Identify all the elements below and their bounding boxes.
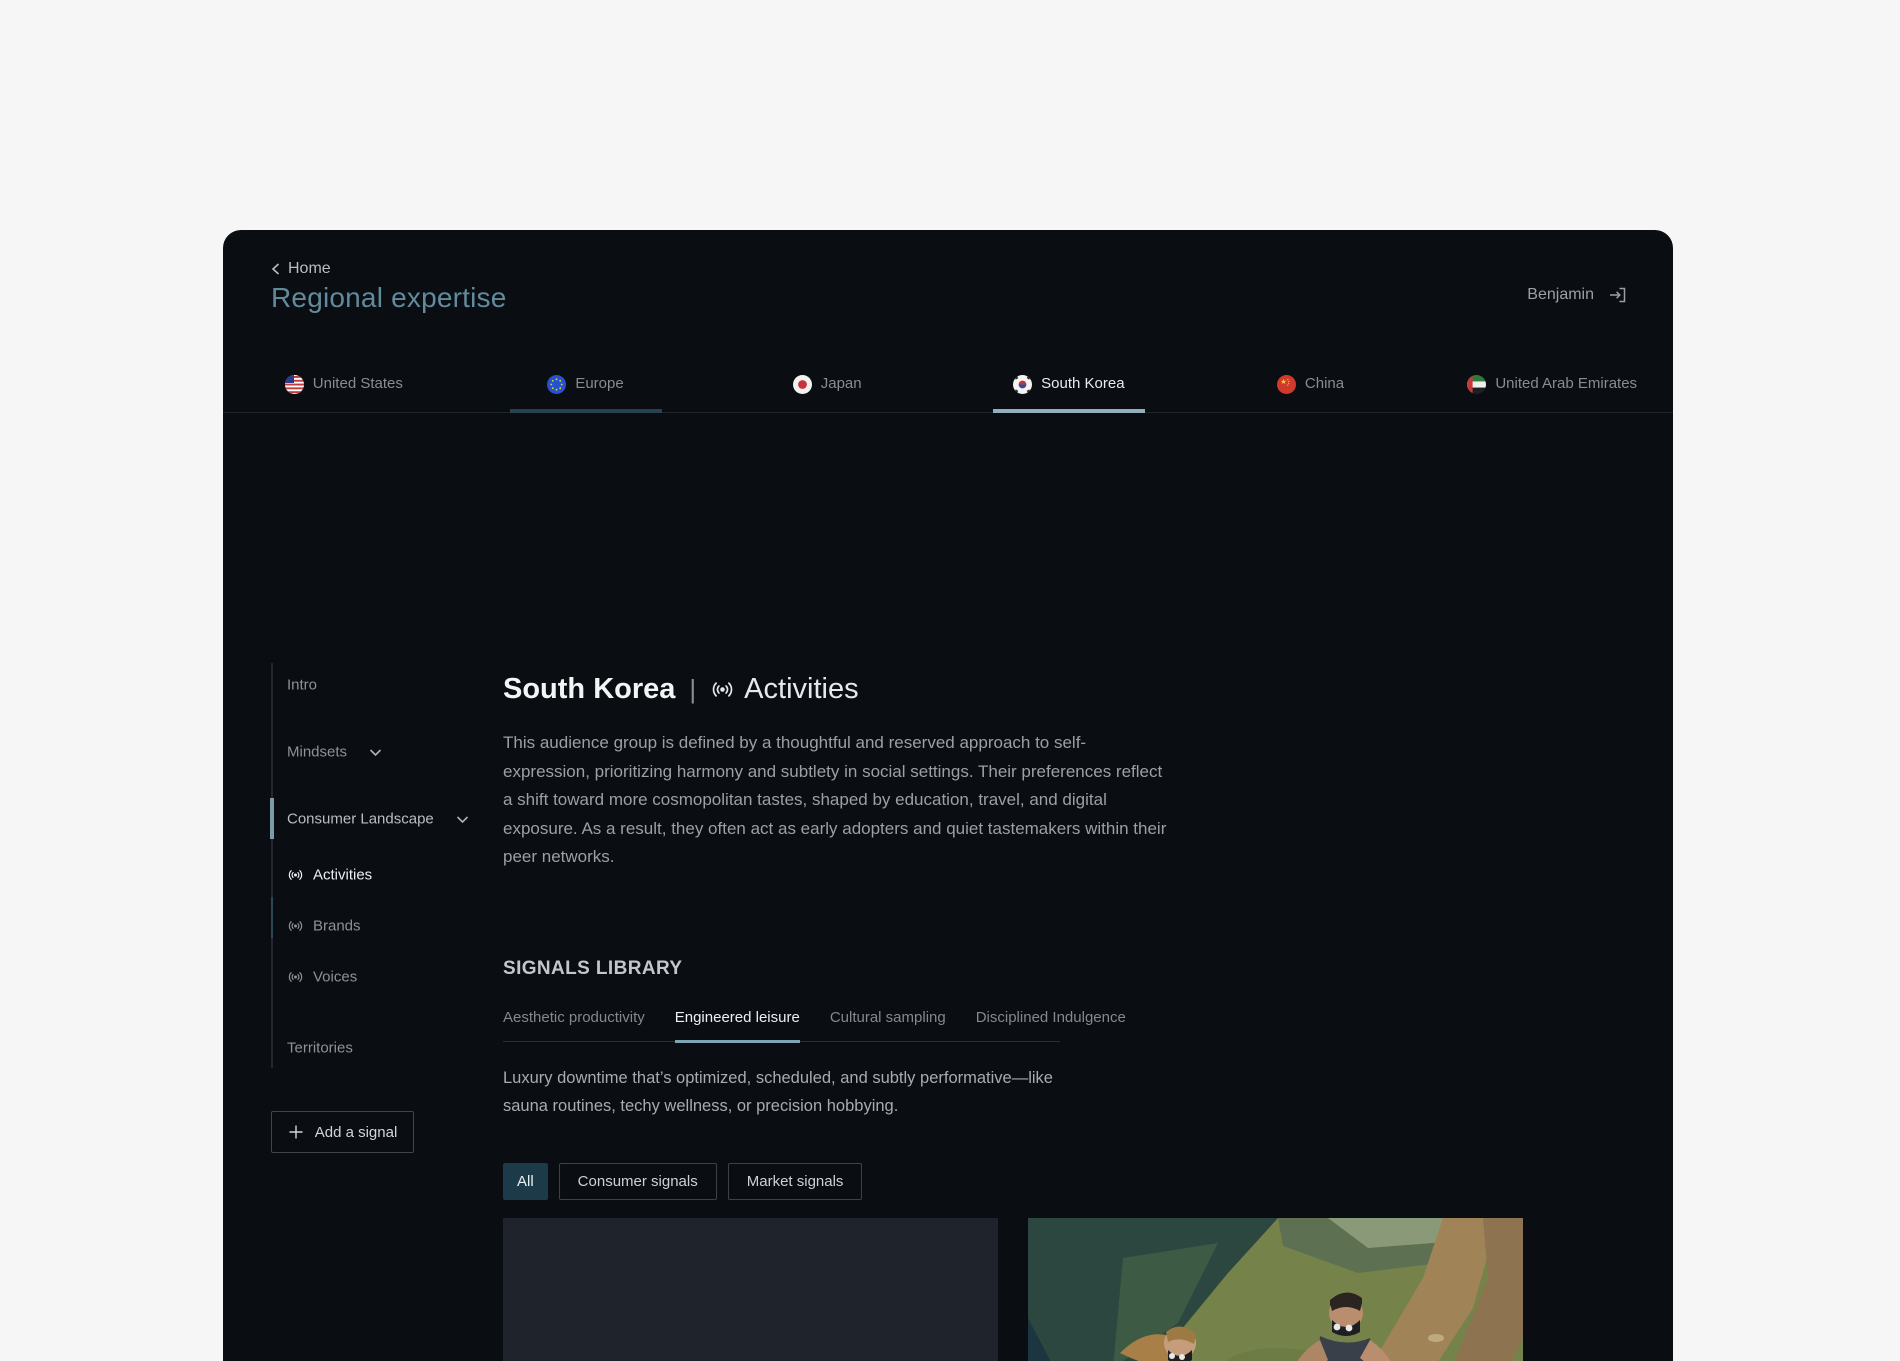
tab-indicator <box>751 409 903 413</box>
region-name: South Korea <box>503 672 676 705</box>
sidebar-item-brands[interactable]: Brands <box>271 918 361 935</box>
signal-icon <box>710 677 735 702</box>
user-name: Benjamin <box>1527 286 1594 303</box>
signals-library-title: SIGNALS LIBRARY <box>503 957 683 979</box>
tab-label: Europe <box>575 375 624 392</box>
eu-flag-icon <box>547 375 567 394</box>
sidebar-item-label: Intro <box>287 676 318 694</box>
add-signal-button[interactable]: Add a signal <box>271 1111 414 1153</box>
signal-icon <box>287 867 304 884</box>
sidebar-item-label: Activities <box>313 866 373 884</box>
filter-all-button[interactable]: All <box>503 1162 548 1200</box>
country-tab-bar: United States Europe Japan South Korea C… <box>223 358 1673 413</box>
signal-cards: Altitude Habits 04.06.2025 | Austin Torr… <box>503 1217 1625 1361</box>
add-signal-card[interactable] <box>503 1217 998 1361</box>
section-name: Activities <box>710 672 859 706</box>
tab-engineered-leisure[interactable]: Engineered leisure <box>674 1009 800 1043</box>
tab-aesthetic-productivity[interactable]: Aesthetic productivity <box>503 1009 645 1041</box>
heading-separator: | <box>689 673 697 704</box>
tab-label: South Korea <box>1041 375 1125 392</box>
signal-tab-description: Luxury downtime that’s optimized, schedu… <box>503 1068 1053 1115</box>
chevron-down-icon <box>368 747 383 757</box>
sidebar-rail <box>270 663 274 1068</box>
sidebar-item-label: Mindsets <box>287 743 348 761</box>
card-photo-runners <box>1028 1217 1523 1361</box>
sidebar-item-label: Consumer Landscape <box>287 810 434 828</box>
signal-tab-bar: Aesthetic productivity Engineered leisur… <box>503 1009 1126 1043</box>
sidebar-item-label: Voices <box>313 968 358 986</box>
uae-flag-icon <box>1467 375 1487 394</box>
tab-cultural-sampling[interactable]: Cultural sampling <box>830 1009 946 1041</box>
section-label: Activities <box>744 672 859 705</box>
us-flag-icon <box>284 375 304 394</box>
tab-indicator <box>268 409 420 413</box>
tab-indicator <box>1235 409 1387 413</box>
tab-europe[interactable]: Europe <box>465 358 707 413</box>
tab-label: China <box>1304 375 1345 392</box>
page-heading: South Korea | Activities <box>503 670 1625 708</box>
tab-indicator <box>1476 409 1628 413</box>
breadcrumb[interactable]: Home <box>270 260 331 278</box>
tab-japan[interactable]: Japan <box>706 358 948 412</box>
tab-disciplined-indulgence[interactable]: Disciplined Indulgence <box>976 1009 1126 1041</box>
filter-market-signals-button[interactable]: Market signals <box>727 1162 863 1200</box>
plus-icon <box>288 1124 304 1140</box>
sidebar-item-intro[interactable]: Intro <box>271 677 317 694</box>
tab-united-states[interactable]: United States <box>223 358 465 412</box>
tab-label: United States <box>312 375 403 392</box>
china-flag-icon <box>1276 375 1296 394</box>
page-background: { "header": { "breadcrumb": { "label": "… <box>0 0 1900 1361</box>
logout-icon[interactable] <box>1608 287 1627 303</box>
tab-south-korea[interactable]: South Korea <box>948 358 1190 413</box>
sidebar-item-consumer-landscape[interactable]: Consumer Landscape <box>271 811 470 828</box>
tab-indicator <box>509 409 662 413</box>
sidebar-item-territories[interactable]: Territories <box>271 1040 353 1057</box>
user-menu[interactable]: Benjamin <box>1527 286 1627 304</box>
sidebar-item-mindsets[interactable]: Mindsets <box>271 744 383 761</box>
sidebar-item-activities[interactable]: Activities <box>271 867 372 884</box>
main-content: South Korea | Activities This audience g… <box>503 670 1625 1361</box>
sidebar-item-voices[interactable]: Voices <box>271 969 357 986</box>
sidebar-item-label: Brands <box>313 917 361 935</box>
signal-filters: All Consumer signals Market signals <box>503 1162 1625 1200</box>
tab-indicator-active <box>992 409 1145 413</box>
tab-label: United Arab Emirates <box>1495 375 1638 392</box>
regional-expertise-panel: Home Regional expertise Benjamin United … <box>223 230 1673 1361</box>
signal-card-altitude-habits[interactable]: Altitude Habits 04.06.2025 | Austin Torr… <box>1028 1217 1523 1361</box>
tab-china[interactable]: China <box>1190 358 1432 412</box>
japan-flag-icon <box>792 375 812 394</box>
chevron-left-icon <box>270 262 281 276</box>
chevron-down-icon <box>455 814 470 824</box>
add-signal-label: Add a signal <box>314 1123 398 1141</box>
tab-label: Japan <box>820 375 862 392</box>
breadcrumb-label: Home <box>288 260 331 277</box>
signal-icon <box>287 918 304 935</box>
tab-united-arab-emirates[interactable]: United Arab Emirates <box>1431 358 1673 412</box>
sidebar-item-label: Territories <box>287 1039 353 1057</box>
signal-icon <box>287 969 304 986</box>
page-title: Regional expertise <box>271 282 507 313</box>
south-korea-flag-icon <box>1013 375 1033 394</box>
audience-description: This audience group is defined by a thou… <box>503 733 1167 866</box>
filter-consumer-signals-button[interactable]: Consumer signals <box>558 1162 717 1200</box>
